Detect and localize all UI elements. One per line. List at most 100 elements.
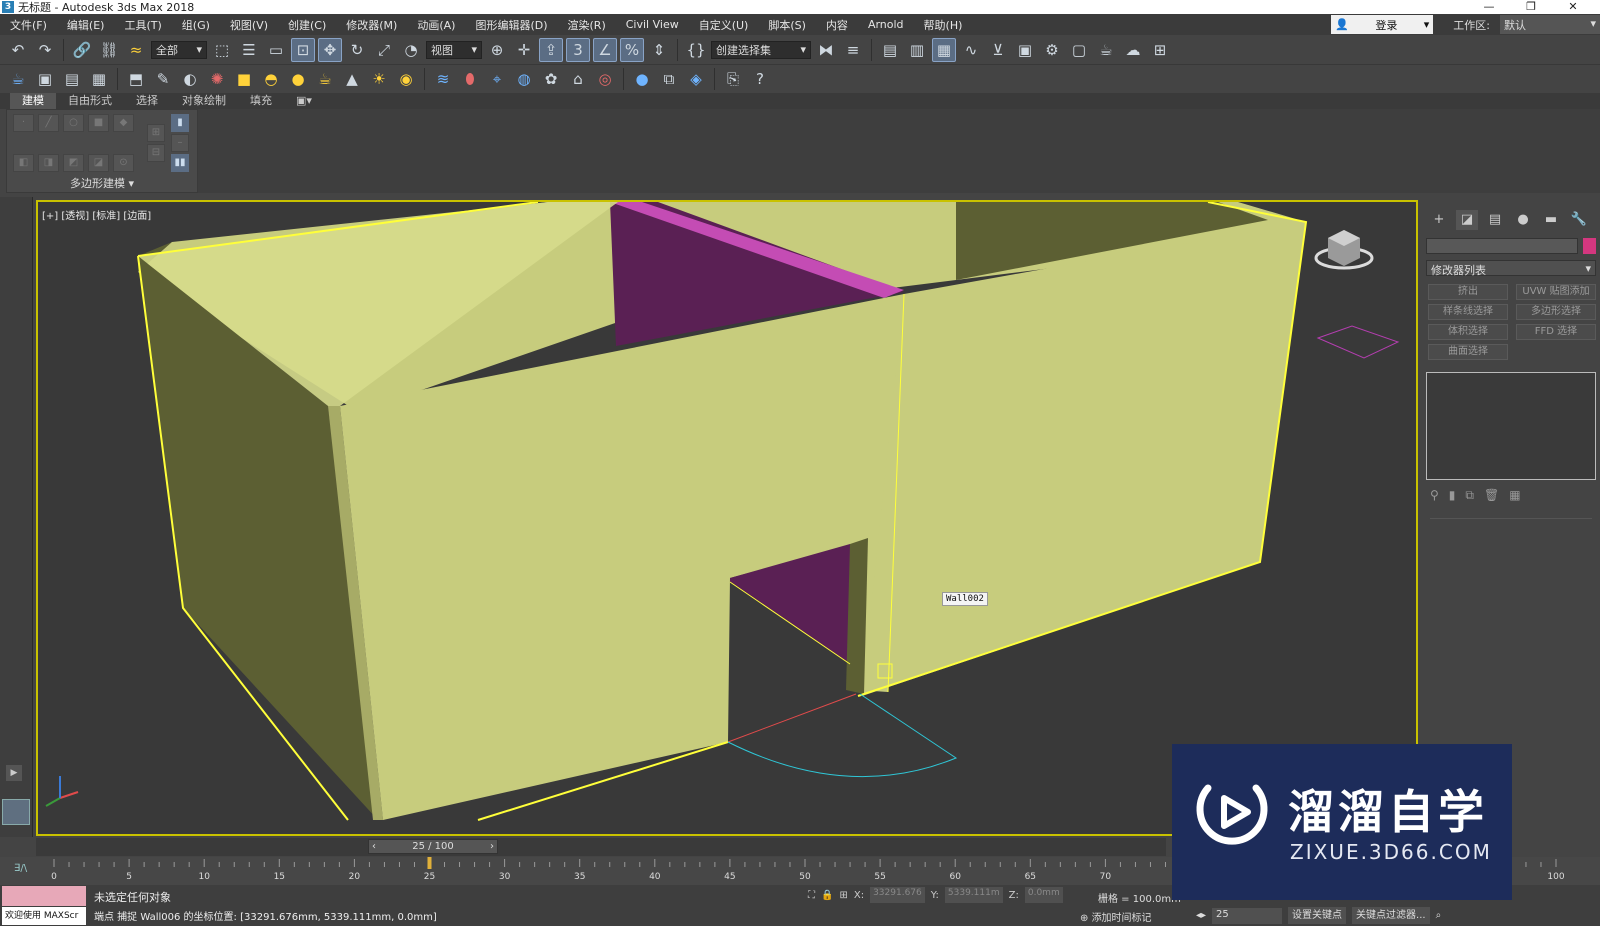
menu-tools[interactable]: 工具(T) [114,17,171,33]
maxscript-listener-color[interactable] [2,886,86,906]
menu-rendering[interactable]: 渲染(R) [558,17,616,33]
viewport-image-icon[interactable]: ▣ [33,67,57,91]
show-end-icon[interactable]: ◩ [63,154,84,172]
teapot-shape-icon[interactable]: ☕ [313,67,337,91]
pin-stack-icon[interactable]: ⊙ [113,154,134,172]
teapot-icon[interactable]: ☕ [6,67,30,91]
remove-modifier-icon[interactable]: 🗑 [1484,488,1499,503]
workspace-dropdown[interactable]: 默认 ▾ [1500,15,1600,34]
particle-icon[interactable]: ✺ [205,67,229,91]
edit-named-selection-icon[interactable]: {} [684,38,708,62]
ghost-icon[interactable]: ◐ [178,67,202,91]
dome-icon[interactable]: ◓ [259,67,283,91]
element-icon[interactable]: ◆ [113,114,134,132]
select-place-icon[interactable]: ◔ [399,38,423,62]
camera-icon[interactable]: ⌖ [485,67,509,91]
uvw-map-add-button[interactable]: UVW 贴图添加 [1516,284,1596,300]
menu-customize[interactable]: 自定义(U) [689,17,759,33]
material-editor-icon[interactable]: ▣ [1013,38,1037,62]
tab-selection[interactable]: 选择 [124,93,170,109]
link-icon[interactable]: 🔗 [70,38,94,62]
collapse-icon[interactable]: ◨ [38,154,59,172]
curve-editor-icon[interactable]: ∿ [959,38,983,62]
layer-explorer-icon[interactable]: ▥ [905,38,929,62]
named-selection-dropdown[interactable]: 创建选择集 ▾ [711,40,811,59]
panel-label[interactable]: 多边形建模 ▾ [7,175,197,191]
menu-file[interactable]: 文件(F) [0,17,57,33]
hierarchy-icon[interactable]: ▤ [1484,210,1506,230]
menu-scripting[interactable]: 脚本(S) [758,17,816,33]
select-by-name-icon[interactable]: ☰ [237,38,261,62]
angle-snap-icon[interactable]: ∠ [593,37,617,62]
brush-icon[interactable]: ✎ [151,67,175,91]
extrude-button[interactable]: 挤出 [1428,284,1508,300]
render-setup-icon[interactable]: ⚙ [1040,38,1064,62]
show-end-result-icon[interactable]: ▮ [1449,488,1456,503]
menu-edit[interactable]: 编辑(E) [57,17,115,33]
add-time-tag[interactable]: ⊕ 添加时间标记 [1080,909,1152,924]
y-coordinate-field[interactable]: 5339.111m [944,887,1003,903]
pivot-center-icon[interactable]: ⊕ [485,38,509,62]
menu-help[interactable]: 帮助(H) [914,17,973,33]
globe-icon[interactable]: ◍ [512,67,536,91]
volume-select-button[interactable]: 体积选择 [1428,324,1508,340]
mirror-icon[interactable]: ⧓ [814,38,838,62]
box-icon[interactable]: ■ [232,67,256,91]
menu-graph-editors[interactable]: 图形编辑器(D) [465,17,557,33]
use-stack-icon[interactable]: ▮ [171,114,189,132]
grid-icon[interactable]: ▦ [87,67,111,91]
sphere-icon[interactable]: ● [286,67,310,91]
light-sphere-icon[interactable]: ◉ [394,67,418,91]
viewport-label[interactable]: [+] [透视] [标准] [边面] [42,207,151,222]
minus-icon[interactable]: – [171,134,189,152]
reference-coordinate-dropdown[interactable]: 视图 ▾ [426,40,482,59]
select-rotate-icon[interactable]: ↻ [345,38,369,62]
maxscript-mini-listener[interactable]: 欢迎使用 MAXScr [2,907,86,925]
absolute-mode-icon[interactable]: ⊞ [839,890,847,901]
spline-select-button[interactable]: 样条线选择 [1428,304,1508,320]
perspective-viewport[interactable]: [+] [透视] [标准] [边面] Wall002 [36,200,1418,836]
help-icon[interactable]: ? [748,67,772,91]
create-icon[interactable]: + [1428,210,1450,230]
modifier-stack[interactable] [1426,372,1596,480]
prev-frame-icon[interactable]: ‹ [372,841,376,852]
border-icon[interactable]: ○ [63,114,84,132]
zoom-icon[interactable]: ⌕ [1436,910,1442,921]
menu-create[interactable]: 创建(C) [278,17,336,33]
capsule-icon[interactable]: ⬮ [458,67,482,91]
plant-icon[interactable]: ✿ [539,67,563,91]
expand-icon[interactable]: ▶ [6,765,22,781]
tab-modeling[interactable]: 建模 [10,93,56,109]
surface-select-button[interactable]: 曲面选择 [1428,344,1508,360]
pin-stack-icon[interactable]: ⚲ [1430,488,1439,503]
polygon-icon[interactable]: ■ [88,114,109,132]
window-crossing-icon[interactable]: ⊡ [291,37,315,62]
vertex-icon[interactable]: · [13,114,34,132]
scene-render[interactable] [38,202,1418,836]
make-unique-icon[interactable]: ⧉ [1465,488,1474,503]
tab-populate[interactable]: 填充 [238,93,284,109]
login-dropdown[interactable]: 👤 登录 ▾ [1331,15,1434,34]
current-frame-field[interactable]: 25 [1212,907,1283,924]
toggle-icon[interactable]: ◪ [88,154,109,172]
percent-snap-icon[interactable]: % [620,37,644,62]
restore-button[interactable]: ❐ [1510,0,1552,13]
time-slider-thumb[interactable]: ‹ 25 / 100 › [368,839,498,854]
layer-manager-icon[interactable]: ▤ [60,67,84,91]
hdr-icon[interactable]: ⌂ [566,67,590,91]
tab-object-paint[interactable]: 对象绘制 [170,93,238,109]
container-icon[interactable]: ⬒ [124,67,148,91]
spinner-snap-icon[interactable]: ⇕ [647,38,671,62]
minimize-button[interactable]: — [1468,0,1510,13]
keyboard-shortcut-override-icon[interactable]: ⇪ [539,37,563,62]
tab-freeform[interactable]: 自由形式 [56,93,124,109]
nav-down-icon[interactable]: ⊟ [147,144,165,162]
poly-select-button[interactable]: 多边形选择 [1516,304,1596,320]
current-frame-marker[interactable] [427,857,432,869]
playback-icon[interactable]: ◂▸ [1196,910,1206,921]
nav-up-icon[interactable]: ⊞ [147,124,165,142]
bind-space-warp-icon[interactable]: ≈ [124,38,148,62]
menu-civil-view[interactable]: Civil View [616,18,689,31]
ffd-select-button[interactable]: FFD 选择 [1516,324,1596,340]
snaps-toggle-icon[interactable]: 3 [566,37,590,62]
